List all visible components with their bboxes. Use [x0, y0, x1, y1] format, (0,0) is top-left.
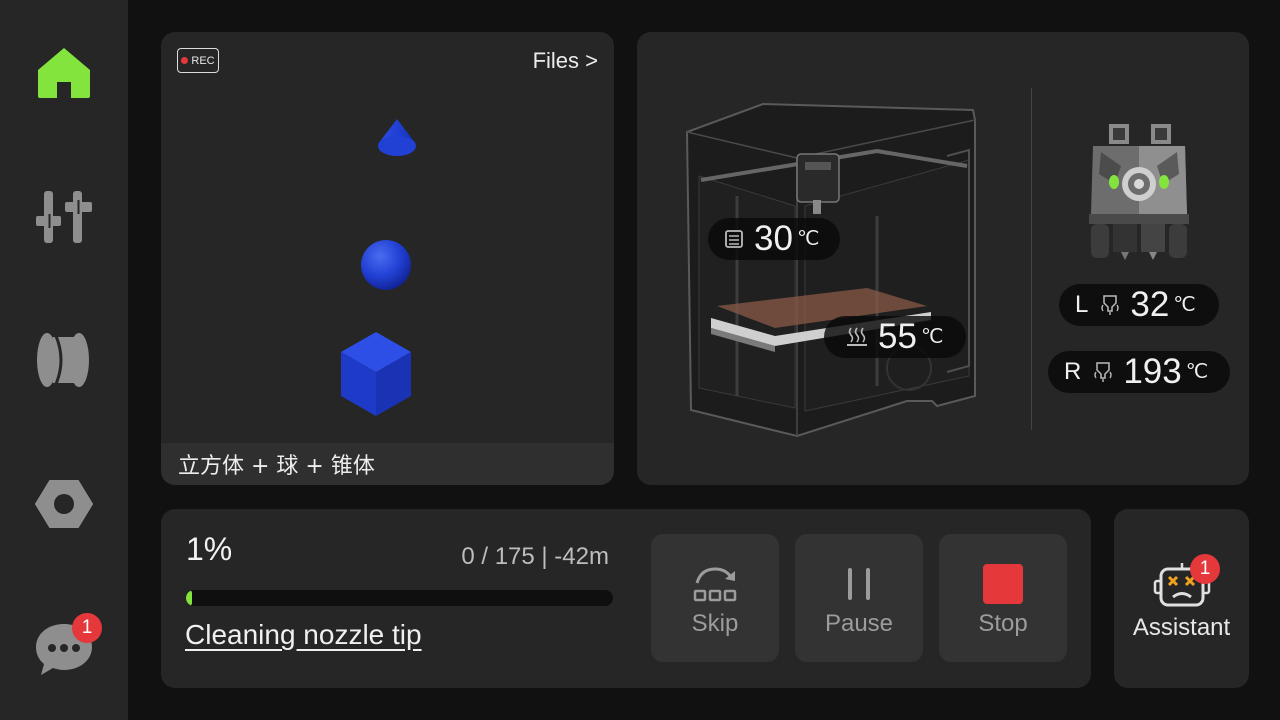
- right-nozzle-temp-value: 193: [1123, 352, 1182, 391]
- dual-nozzle-toolhead-illustration: [1089, 124, 1189, 260]
- sliders-icon: [36, 191, 92, 243]
- nozzle-heat-icon: [1101, 295, 1120, 315]
- assistant-button[interactable]: 1 Assistant: [1114, 509, 1249, 688]
- bed-temp-value: 55: [878, 317, 917, 356]
- sidebar-item-home[interactable]: [24, 32, 104, 112]
- progress-percent: 1%: [186, 531, 233, 567]
- bed-temp-unit: ℃: [920, 325, 944, 348]
- layer-and-time-remaining: 0 / 175 | -42m: [461, 543, 609, 570]
- pause-button[interactable]: Pause: [795, 534, 923, 662]
- heated-bed-icon: [847, 327, 867, 346]
- printer-status-panel: 30 ℃ 55 ℃ L 32 ℃ R 193 ℃: [637, 32, 1249, 485]
- messages-badge: 1: [72, 613, 102, 643]
- record-dot-icon: [181, 57, 189, 64]
- assistant-label: Assistant: [1132, 614, 1231, 641]
- sidebar-item-filament[interactable]: [24, 320, 104, 400]
- chamber-temp[interactable]: 30 ℃: [708, 218, 840, 260]
- sidebar-item-messages[interactable]: 1: [24, 608, 104, 688]
- filament-spool-icon: [37, 333, 89, 387]
- bed-temp[interactable]: 55 ℃: [824, 316, 966, 358]
- cube-model: [341, 332, 411, 416]
- sidebar: 1: [0, 0, 128, 720]
- model-preview-panel[interactable]: REC Files > 立方体 + 球 + 锥体: [161, 32, 614, 485]
- model-render: [341, 119, 416, 416]
- right-nozzle-temp[interactable]: R 193 ℃: [1048, 351, 1230, 393]
- home-icon: [38, 48, 90, 98]
- right-nozzle-label: R: [1064, 358, 1082, 385]
- progress-bar: [186, 590, 613, 606]
- skip-button[interactable]: Skip: [651, 534, 779, 662]
- nozzle-heat-icon: [1094, 362, 1113, 382]
- hex-nut-icon: [35, 480, 93, 528]
- assistant-badge: 1: [1190, 554, 1220, 584]
- pause-icon: [848, 568, 870, 600]
- sidebar-item-settings[interactable]: [24, 464, 104, 544]
- pause-label: Pause: [824, 610, 894, 637]
- skip-label: Skip: [691, 610, 739, 637]
- cone-model: [378, 119, 416, 156]
- stop-icon: [983, 564, 1023, 604]
- chamber-icon: [725, 230, 743, 248]
- stop-button[interactable]: Stop: [939, 534, 1067, 662]
- left-nozzle-temp[interactable]: L 32 ℃: [1059, 284, 1219, 326]
- chamber-temp-value: 30: [754, 219, 793, 258]
- print-stage-link[interactable]: Cleaning nozzle tip: [185, 619, 422, 651]
- left-nozzle-temp-unit: ℃: [1173, 293, 1196, 316]
- right-nozzle-temp-unit: ℃: [1185, 360, 1209, 383]
- skip-objects-icon: [693, 567, 737, 602]
- left-nozzle-label: L: [1075, 291, 1089, 318]
- panel-divider: [1031, 88, 1032, 430]
- chamber-temp-unit: ℃: [796, 227, 820, 250]
- sphere-model: [361, 240, 411, 290]
- left-nozzle-temp-value: 32: [1130, 285, 1170, 324]
- model-name: 立方体 + 球 + 锥体: [161, 443, 614, 485]
- files-link[interactable]: Files >: [533, 48, 598, 74]
- rec-indicator[interactable]: REC: [177, 48, 219, 73]
- stop-label: Stop: [978, 610, 1028, 637]
- printer-illustration: [685, 102, 976, 438]
- sidebar-item-controls[interactable]: [24, 176, 104, 256]
- rec-label: REC: [191, 54, 215, 67]
- print-progress-panel: 1% 0 / 175 | -42m Cleaning nozzle tip Sk…: [161, 509, 1091, 688]
- progress-bar-fill: [186, 590, 192, 606]
